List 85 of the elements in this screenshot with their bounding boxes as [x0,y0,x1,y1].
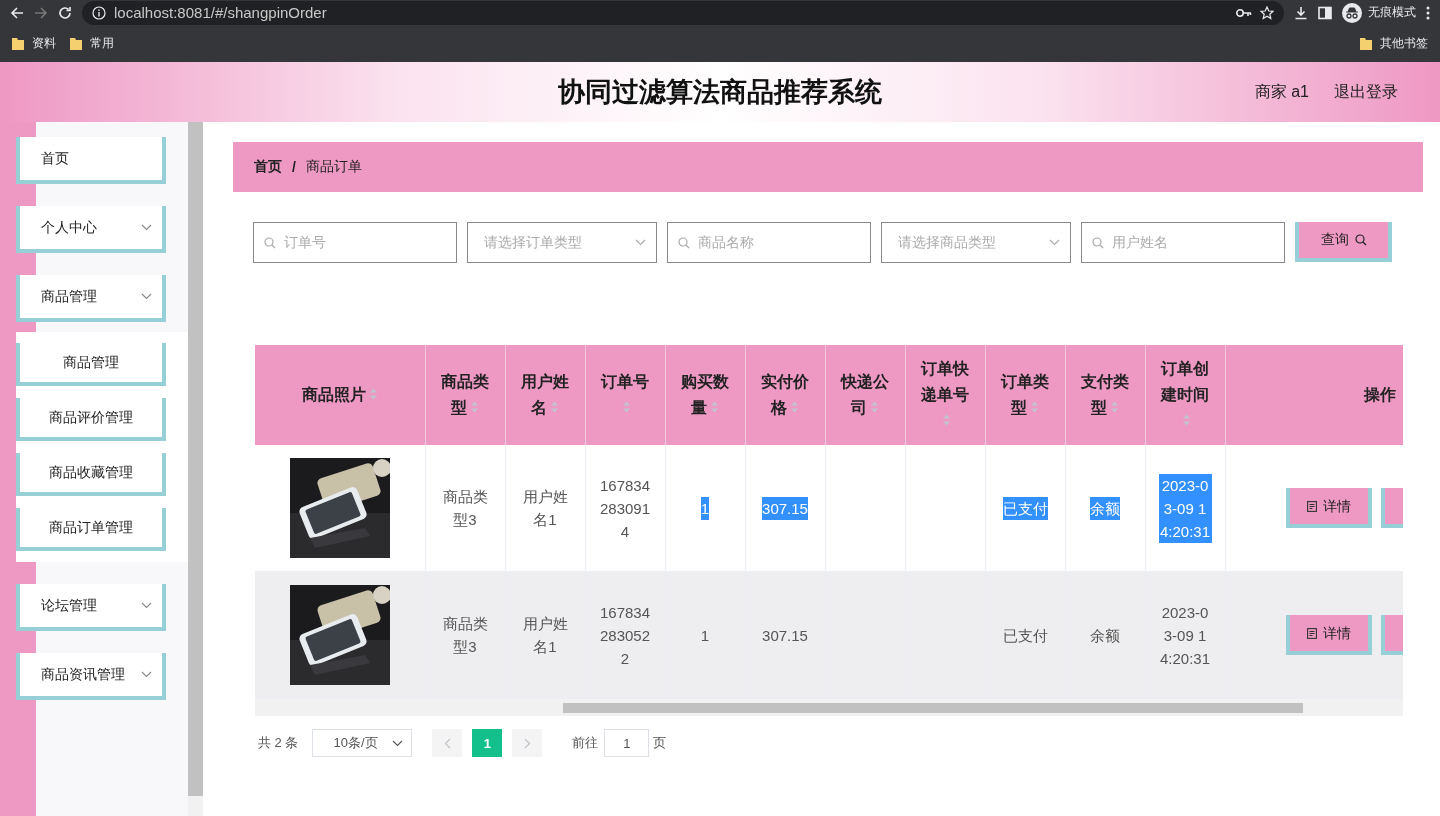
column-header[interactable]: 商品类型 [425,345,505,445]
menu-item[interactable]: 商品资讯管理 [16,653,166,700]
table-cell-text: 商品类型3 [441,614,489,657]
table-cell-text: 用户姓名1 [521,487,569,530]
column-header[interactable]: 快递公司 [825,345,905,445]
submenu-item[interactable]: 商品评价管理 [16,398,166,441]
table-cell-text: 1678342830522 [598,602,652,669]
details-button[interactable]: 详情 [1285,488,1372,528]
breadcrumb-item[interactable]: 首页 [254,158,282,176]
menu-item[interactable]: 论坛管理 [16,584,166,631]
side-panel-icon[interactable] [1318,5,1332,20]
chevron-right-icon [523,737,531,749]
breadcrumb-separator: / [292,159,296,175]
url-text[interactable]: localhost:8081/#/shangpinOrder [114,4,327,21]
column-header: 操作 [1225,345,1403,445]
submenu-item[interactable]: 商品收藏管理 [16,453,166,496]
bookmark[interactable]: 其他书签 [1360,35,1428,52]
chevron-down-icon [635,239,646,246]
page-size-select[interactable]: 10条/页 [312,729,413,757]
column-header[interactable]: 商品照片 [255,345,425,445]
bookmark[interactable]: 常用 [70,35,114,52]
folder-icon [1360,37,1372,50]
menu-item[interactable]: 首页 [16,137,166,184]
column-header[interactable]: 订单类型 [985,345,1065,445]
goto-label: 前往 [572,734,599,752]
column-header[interactable]: 购买数量 [665,345,745,445]
star-icon[interactable] [1260,5,1274,20]
menu-item[interactable]: 商品管理 [16,275,166,322]
chevron-down-icon [392,739,404,747]
column-header[interactable]: 订单快递单号 [905,345,985,445]
table-cell: 已支付 [1002,496,1048,520]
table-cell: 1 [700,496,710,520]
search-icon [1354,234,1367,246]
column-header[interactable]: 订单号 [585,345,665,445]
user-label: 商家 a1 [1254,81,1309,102]
search-icon [264,236,276,249]
column-header[interactable]: 用户姓名 [505,345,585,445]
download-icon[interactable] [1294,5,1308,20]
chevron-down-icon [141,602,152,609]
folder-icon [70,37,82,50]
table-cell-text: 余额 [1090,625,1120,646]
table-cell-text: 1678342830914 [598,475,652,542]
submenu-item[interactable]: 商品管理 [16,343,166,386]
table-cell: 2023-03-09 14:20:31 [1158,473,1212,543]
table-cell: 307.15 [762,496,808,520]
reload-icon[interactable] [58,5,72,20]
table-cell-text: 307.15 [762,625,808,646]
column-header[interactable]: 订单创建时间 [1145,345,1225,445]
document-icon [1306,627,1317,639]
details-button[interactable]: 详情 [1285,615,1372,655]
chevron-down-icon [141,224,152,231]
search-button[interactable]: 查询 [1295,222,1392,262]
bookmark[interactable]: 资料 [12,35,56,52]
scrollbar[interactable] [188,122,203,816]
profile-button[interactable]: 无痕模式 [1342,2,1416,23]
app-title: 协同过滤算法商品推荐系统 [558,76,882,109]
column-header[interactable]: 支付类型 [1065,345,1145,445]
menu-item[interactable]: 个人中心 [16,206,166,253]
back-icon[interactable] [10,5,24,20]
chevron-down-icon [141,293,152,300]
search-icon [678,236,690,249]
chevron-down-icon [141,671,152,678]
column-header[interactable]: 实付价格 [745,345,825,445]
table-cell-text: 商品类型3 [441,487,489,530]
key-icon[interactable] [1236,7,1252,18]
info-icon [92,5,106,20]
total-count: 共 2 条 [258,734,299,752]
more-icon[interactable] [1426,5,1430,20]
logout-link[interactable]: 退出登录 [1334,81,1398,103]
page-input[interactable]: 1 [604,729,650,757]
table-cell-text: 已支付 [1002,625,1048,646]
document-icon [1306,500,1317,512]
search-icon [1092,236,1104,249]
folder-icon [12,37,24,50]
table-cell-text: 1 [700,625,710,646]
table-cell-text: 用户姓名1 [521,614,569,657]
table-cell: 余额 [1090,496,1120,520]
breadcrumb-item: 商品订单 [305,158,362,176]
chevron-down-icon [1049,239,1060,246]
table-cell-text: 2023-03-09 14:20:31 [1158,602,1211,669]
page-unit: 页 [653,734,667,752]
submenu-item[interactable]: 商品订单管理 [16,508,166,551]
chevron-left-icon [443,737,451,749]
scrollbar[interactable] [255,699,1403,716]
forward-icon[interactable] [34,5,48,20]
